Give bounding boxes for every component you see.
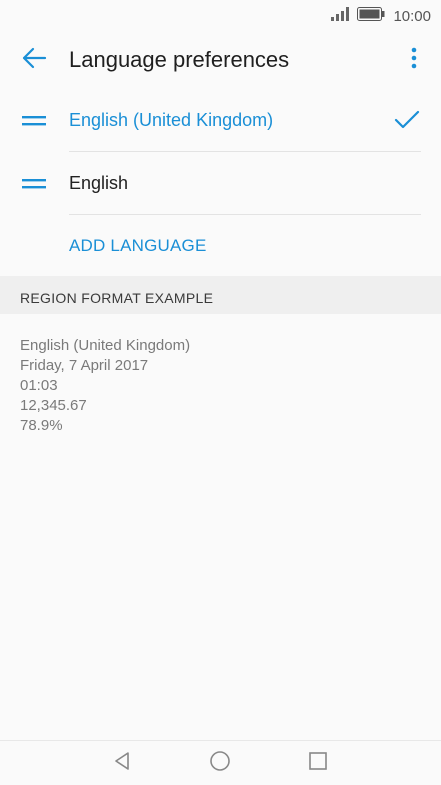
- example-date: Friday, 7 April 2017: [20, 357, 149, 374]
- back-button[interactable]: [20, 46, 48, 74]
- page-title: Language preferences: [69, 47, 290, 72]
- battery-icon: [357, 6, 385, 26]
- region-format-examples: English (United Kingdom) Friday, 7 April…: [20, 336, 190, 436]
- section-title: REGION FORMAT EXAMPLE: [20, 290, 214, 306]
- arrow-left-icon: [21, 46, 47, 75]
- more-vertical-icon: [411, 46, 417, 75]
- example-time: 01:03: [20, 377, 58, 394]
- language-item-english[interactable]: English: [0, 153, 441, 215]
- nav-recents-button[interactable]: [306, 751, 330, 775]
- circle-home-icon: [209, 750, 231, 777]
- app-bar: Language preferences: [0, 32, 441, 88]
- example-language: English (United Kingdom): [20, 337, 191, 354]
- drag-handle-icon[interactable]: [22, 114, 46, 132]
- nav-back-button[interactable]: [110, 751, 134, 775]
- status-icons: 10:00: [331, 6, 431, 26]
- drag-handle-icon[interactable]: [22, 177, 46, 195]
- language-label: English (United Kingdom): [69, 110, 274, 130]
- region-section-header: REGION FORMAT EXAMPLE: [0, 276, 441, 314]
- triangle-back-icon: [112, 751, 132, 776]
- signal-icon: [331, 6, 350, 26]
- language-label: English: [69, 173, 129, 193]
- square-recents-icon: [308, 751, 328, 776]
- divider: [69, 214, 421, 215]
- navigation-bar: [0, 740, 441, 785]
- check-icon: [393, 108, 421, 137]
- status-time: 10:00: [393, 7, 431, 25]
- status-bar: 10:00: [0, 0, 441, 32]
- divider: [69, 151, 421, 152]
- example-number: 12,345.67: [20, 397, 87, 414]
- language-item-english-uk[interactable]: English (United Kingdom): [0, 90, 441, 152]
- add-language-button[interactable]: ADD LANGUAGE: [69, 236, 207, 256]
- nav-home-button[interactable]: [208, 750, 232, 777]
- example-percent: 78.9%: [20, 417, 63, 434]
- more-options-button[interactable]: [402, 46, 426, 74]
